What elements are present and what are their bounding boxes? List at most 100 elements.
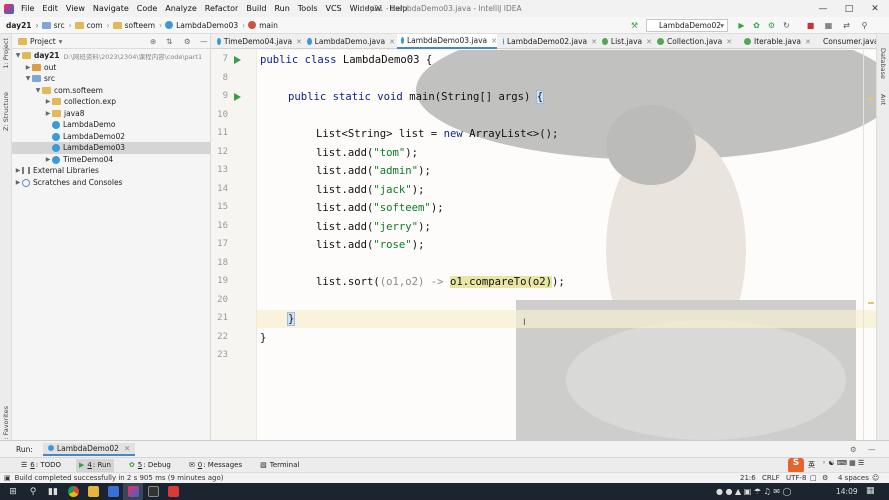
file-encoding[interactable]: UTF-8 — [786, 474, 806, 482]
code-editor[interactable]: 7 8 9 10 11 12 13 14 15 16 17 18 19 20 2… — [211, 50, 876, 440]
app-icon[interactable] — [103, 483, 123, 500]
chrome-icon[interactable] — [63, 483, 83, 500]
run-icon[interactable]: ▶ — [735, 19, 748, 32]
menu-file[interactable]: File — [17, 4, 38, 13]
gear-icon[interactable]: ⚙ — [850, 445, 857, 454]
project-panel-title[interactable]: Project — [30, 37, 56, 46]
tab-iterable[interactable]: Iterable.java ✕ — [740, 34, 815, 49]
ime-logo-icon[interactable]: S — [788, 458, 804, 473]
tab-list[interactable]: List.java ✕ — [598, 34, 652, 49]
run-gutter-icon[interactable] — [234, 93, 241, 101]
menu-view[interactable]: View — [62, 4, 89, 13]
minimize-button[interactable]: — — [810, 0, 836, 17]
profile-icon[interactable]: ↻ — [780, 19, 793, 32]
breadcrumb-day21[interactable]: day21 › — [6, 21, 39, 30]
ime-toolbar-icons[interactable]: ◦ ☯ ⌨ ▦ ☰ — [822, 459, 864, 467]
search-icon[interactable]: ⚲ — [858, 19, 871, 32]
hide-panel-icon[interactable]: — — [868, 445, 876, 454]
messages-tool-button[interactable]: ✉ 0: Messages — [186, 459, 245, 472]
tree-item-lambdademo[interactable]: LambdaDemo — [12, 119, 211, 131]
close-window-button[interactable]: ✕ — [862, 0, 888, 17]
tree-item-out[interactable]: ▶ out — [12, 62, 211, 74]
lock-icon[interactable]: □ — [810, 474, 817, 482]
breadcrumb-class[interactable]: LambdaDemo03 › — [165, 21, 245, 30]
close-icon[interactable]: ✕ — [389, 38, 395, 46]
menu-analyze[interactable]: Analyze — [161, 4, 201, 13]
tab-lambdademo02[interactable]: LambdaDemo02.java ✕ — [499, 34, 597, 49]
search-icon[interactable]: ⚲ — [23, 483, 43, 500]
todo-tool-button[interactable]: ☰ 6: TODO — [18, 459, 64, 472]
close-icon[interactable]: ✕ — [124, 444, 130, 453]
ant-tool-tab[interactable]: Ant — [879, 94, 887, 105]
run-gutter-icon[interactable] — [234, 56, 241, 64]
tab-lambdademo03[interactable]: LambdaDemo03.java ✕ — [397, 34, 497, 49]
tab-timedemo04[interactable]: TimeDemo04.java ✕ — [213, 34, 302, 49]
menu-run[interactable]: Run — [270, 4, 293, 13]
line-separator[interactable]: CRLF — [762, 474, 780, 482]
menu-navigate[interactable]: Navigate — [89, 4, 133, 13]
gear-icon[interactable]: ⚙ — [184, 37, 191, 46]
breadcrumb-com[interactable]: com › — [74, 21, 110, 30]
close-icon[interactable]: ✕ — [491, 37, 497, 45]
menu-build[interactable]: Build — [242, 4, 270, 13]
maximize-button[interactable]: □ — [836, 0, 862, 17]
wps-icon[interactable] — [163, 483, 183, 500]
breadcrumb-src[interactable]: src › — [41, 21, 72, 30]
inspector-icon[interactable]: ☺ — [872, 474, 879, 482]
tab-lambdademo[interactable]: LambdaDemo.java ✕ — [303, 34, 395, 49]
run-configuration-select[interactable]: LambdaDemo02 ▾ — [646, 19, 728, 32]
close-icon[interactable]: ✕ — [805, 38, 811, 46]
locate-icon[interactable]: ⊕ — [150, 37, 156, 46]
notification-icon[interactable]: ▦ — [866, 486, 875, 496]
project-structure-icon[interactable]: ▦ — [822, 19, 835, 32]
project-tool-tab[interactable]: 1: Project — [2, 38, 10, 69]
clock[interactable]: 14:09 — [836, 487, 858, 496]
structure-tool-tab[interactable]: Z: Structure — [2, 92, 10, 131]
tab-consumer[interactable]: Consumer.java — [816, 34, 876, 49]
build-hammer-icon[interactable]: ⚒ — [628, 19, 641, 32]
close-icon[interactable]: ✕ — [726, 38, 732, 46]
stop-icon[interactable]: ■ — [804, 19, 817, 32]
chevron-down-icon[interactable]: ▾ — [59, 37, 63, 46]
caret-position[interactable]: 21:6 — [740, 474, 756, 482]
file-explorer-icon[interactable] — [83, 483, 103, 500]
close-icon[interactable]: ✕ — [296, 38, 302, 46]
tree-item-scratches[interactable]: ▶ Scratches and Consoles — [12, 177, 211, 189]
collapse-icon[interactable]: ⇅ — [166, 37, 172, 46]
tree-item-lambdademo03[interactable]: LambdaDemo03 — [12, 142, 211, 154]
tab-collection[interactable]: Collection.java ✕ — [653, 34, 739, 49]
translate-icon[interactable]: ⇄ — [840, 19, 853, 32]
menu-edit[interactable]: Edit — [38, 4, 62, 13]
indent-setting[interactable]: 4 spaces — [838, 474, 869, 482]
tree-item-collection-exp[interactable]: ▶ collection.exp — [12, 96, 211, 108]
debug-icon[interactable]: ✿ — [750, 19, 763, 32]
tree-item-package[interactable]: ▼ com.softeem — [12, 85, 211, 97]
tree-item-src[interactable]: ▼ src — [12, 73, 211, 85]
favorites-tool-tab[interactable]: 2: Favorites — [2, 406, 10, 444]
terminal-tool-button[interactable]: ▧ Terminal — [257, 459, 302, 472]
tree-item-external-libraries[interactable]: ▶ External Libraries — [12, 165, 211, 177]
database-tool-tab[interactable]: Database — [879, 48, 887, 79]
windows-start-icon[interactable]: ⊞ — [3, 483, 23, 500]
menu-code[interactable]: Code — [133, 4, 161, 13]
status-message[interactable]: Build completed successfully in 2 s 905 … — [15, 474, 224, 482]
menu-vcs[interactable]: VCS — [322, 4, 346, 13]
coverage-icon[interactable]: ⚙ — [765, 19, 778, 32]
run-tool-button[interactable]: ▶ 4: Run — [76, 458, 114, 472]
close-icon[interactable]: ✕ — [591, 38, 597, 46]
close-icon[interactable]: ✕ — [646, 38, 652, 46]
menu-tools[interactable]: Tools — [294, 4, 322, 13]
debug-tool-button[interactable]: ✿ 5: Debug — [126, 459, 174, 472]
breadcrumb-softeem[interactable]: softeem › — [112, 21, 162, 30]
hide-panel-icon[interactable]: — — [200, 37, 208, 46]
tree-item-timedemo04[interactable]: ▶ TimeDemo04 — [12, 154, 211, 166]
tray-icons[interactable]: ● ● ▲ ▣ ☂ ♫ ✉ ◯ — [716, 487, 791, 496]
terminal-app-icon[interactable] — [143, 483, 163, 500]
breadcrumb-method[interactable]: main — [248, 21, 278, 30]
run-config-tab[interactable]: LambdaDemo02 ✕ — [42, 442, 136, 456]
ime-language[interactable]: 英 — [808, 460, 815, 470]
menu-refactor[interactable]: Refactor — [201, 4, 243, 13]
tree-item-java8[interactable]: ▶ java8 — [12, 108, 211, 120]
tree-item-day21[interactable]: ▼ day21 D:\网班资料\2023\2304\课程内容\code\part… — [12, 50, 211, 62]
intellij-icon[interactable] — [123, 483, 143, 500]
